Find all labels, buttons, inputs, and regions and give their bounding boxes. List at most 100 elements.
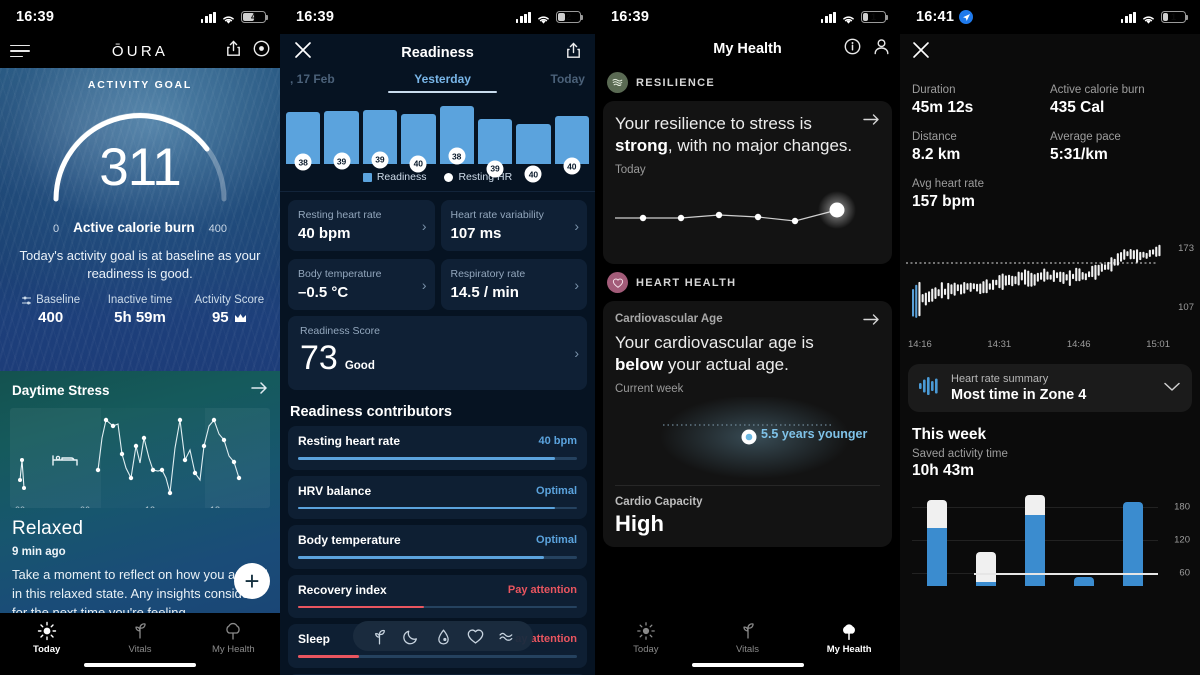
cardio-capacity-value: High: [615, 511, 664, 537]
share-icon-2[interactable]: [566, 42, 581, 64]
hr-summary-label: Heart rate summary: [951, 373, 1049, 385]
readiness-title: Readiness: [401, 44, 474, 61]
activity-goal-hero[interactable]: ACTIVITY GOAL 311 0 Active calorie burn …: [0, 68, 280, 371]
arrow-right-icon[interactable]: [863, 313, 880, 330]
stat-activity-score: Activity Score 95: [185, 294, 274, 326]
tab-today-label: Today: [33, 644, 61, 655]
metric-row-2: Body temperature –0.5 °C › Respiratory r…: [280, 251, 595, 310]
stat-avg-heart-rate: Avg heart rate 157 bpm: [912, 178, 1050, 211]
daytime-stress-card[interactable]: Daytime Stress 00 06 12: [0, 371, 280, 639]
stat-baseline: Baseline 400: [6, 294, 95, 326]
stat-label: Avg heart rate: [912, 178, 985, 190]
tab-today-3[interactable]: Today: [595, 621, 697, 655]
tab-my-health[interactable]: My Health: [187, 621, 280, 655]
menu-icon[interactable]: [10, 44, 30, 58]
sun-icon: [37, 621, 56, 641]
stat-baseline-value: 400: [38, 309, 64, 327]
resting-hr-dot: 39: [371, 151, 389, 169]
metric-respiratory-rate[interactable]: Respiratory rate 14.5 / min ›: [440, 259, 587, 310]
chevron-down-icon[interactable]: [1164, 379, 1180, 397]
metric-value: –0.5 °C: [298, 284, 349, 301]
tab-vitals[interactable]: Vitals: [93, 621, 186, 655]
crown-icon: [234, 313, 246, 322]
contributor-row[interactable]: Sleep ay attention: [288, 621, 587, 668]
metric-resting-hr[interactable]: Resting heart rate 40 bpm ›: [288, 200, 435, 251]
status-bar-4: 16:41 1: [900, 0, 1200, 34]
status-time-4: 16:41: [916, 9, 955, 25]
contributor-row[interactable]: Resting heart rate 40 bpm: [288, 426, 587, 470]
resilience-section-header: RESILIENCE: [595, 64, 900, 101]
close-icon[interactable]: [912, 41, 930, 64]
heart-icon[interactable]: [466, 627, 485, 646]
share-icon[interactable]: [226, 40, 241, 62]
battery-icon: 4: [241, 10, 269, 24]
activity-goal-value: 311: [99, 138, 182, 197]
tab-my-health-3[interactable]: My Health: [798, 621, 900, 655]
weekly-average-line: [973, 572, 1158, 575]
target-icon[interactable]: [253, 40, 270, 62]
close-icon[interactable]: [294, 41, 312, 64]
day-next[interactable]: Today: [551, 72, 585, 86]
resilience-sparkline: [615, 180, 880, 254]
stat-inactive-value: 5h 59m: [114, 309, 166, 327]
stress-state-time: 9 min ago: [12, 546, 66, 558]
stress-tick-0: 00: [15, 505, 25, 508]
stress-state-title: Relaxed: [12, 518, 84, 539]
stat-value: 5:31/km: [1050, 146, 1108, 163]
heart-rate-summary-card[interactable]: Heart rate summary Most time in Zone 4: [908, 364, 1192, 412]
cellular-signal-icon: [200, 11, 216, 23]
contributor-row[interactable]: Body temperature Optimal: [288, 525, 587, 569]
daytime-stress-title: Daytime Stress: [12, 383, 110, 398]
contributor-row[interactable]: Recovery index Pay attention: [288, 574, 587, 618]
tab-today[interactable]: Today: [0, 621, 93, 655]
chevron-right-icon: ›: [574, 217, 579, 234]
contributor-track: [298, 556, 577, 559]
weekly-y-axis: 180 120 60: [1160, 490, 1192, 586]
info-icon[interactable]: [844, 38, 861, 60]
arrow-right-icon[interactable]: [863, 113, 880, 130]
arrow-right-icon[interactable]: [251, 381, 268, 400]
contributor-track: [298, 605, 577, 608]
resting-hr-dot: 40: [563, 157, 581, 175]
cardiovascular-age-card[interactable]: Cardiovascular Age Your cardiovascular a…: [603, 301, 892, 548]
tab-vitals-3[interactable]: Vitals: [697, 621, 799, 655]
battery-icon-3: 1: [861, 10, 889, 24]
readiness-score-card[interactable]: Readiness Score 73 Good ›: [288, 316, 587, 390]
readiness-header: Readiness: [280, 34, 595, 68]
day-prev[interactable]: , 17 Feb: [290, 72, 335, 86]
week-title: This week: [912, 426, 987, 443]
vitals-icon-overlay[interactable]: [353, 621, 533, 651]
hr-min-label: 107: [1178, 302, 1194, 313]
moon-icon[interactable]: [402, 627, 421, 646]
readiness-score-label: Readiness Score: [300, 325, 380, 337]
legend-hr-label: Resting HR: [458, 171, 513, 183]
contributor-track: [298, 457, 577, 460]
waves-icon[interactable]: [498, 627, 517, 646]
gauge-metric-label: Active calorie burn: [73, 220, 195, 235]
day-current[interactable]: Yesterday: [388, 72, 497, 93]
stress-tick-2: 12: [145, 505, 155, 508]
weekly-bar-blue: [1074, 577, 1095, 586]
daytime-stress-chart: 00 06 12 18: [10, 408, 270, 508]
metric-value: 40 bpm: [298, 225, 351, 242]
contributor-row[interactable]: HRV balance Optimal: [288, 475, 587, 519]
readiness-bar-column: 39: [324, 111, 359, 170]
contributor-fill: [298, 556, 544, 559]
profile-icon[interactable]: [873, 38, 890, 60]
resilience-card[interactable]: Your resilience to stress is strong, wit…: [603, 101, 892, 265]
sprout-icon[interactable]: [370, 627, 389, 646]
flame-icon[interactable]: [434, 627, 453, 646]
weekly-bar-white: [1024, 494, 1045, 515]
tree-icon: [226, 622, 241, 640]
metric-body-temp[interactable]: Body temperature –0.5 °C ›: [288, 259, 435, 310]
metric-hrv[interactable]: Heart rate variability 107 ms ›: [440, 200, 587, 251]
week-value: 10h 43m: [912, 462, 975, 479]
resting-hr-dot: 40: [409, 155, 427, 173]
wifi-icon: [1141, 12, 1156, 24]
status-time: 16:39: [16, 9, 55, 25]
week-label: Saved activity time: [912, 448, 1008, 460]
cardiovascular-headline: Your cardiovascular age is below your ac…: [615, 333, 814, 375]
add-button[interactable]: +: [234, 563, 270, 599]
legend-square-icon: [362, 172, 372, 182]
cardio-capacity-block: Cardio Capacity High: [615, 486, 880, 537]
